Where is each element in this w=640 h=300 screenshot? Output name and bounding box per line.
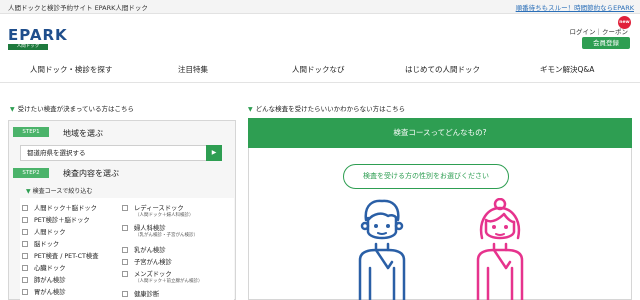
step2-badge: STEP2 — [13, 168, 49, 178]
narrow-by-course-toggle[interactable]: ▼ 検査コースで絞り込む — [26, 186, 92, 195]
course-sub-label: （人間ドック＋前立腺がん検診） — [135, 279, 203, 284]
step1-label: 地域を選ぶ — [63, 129, 103, 138]
nav-item-first-time[interactable]: はじめての人間ドック — [405, 64, 480, 75]
checkbox-icon[interactable] — [22, 205, 28, 211]
nav-item-features[interactable]: 注目特集 — [178, 64, 208, 75]
course-checkbox[interactable]: 人間ドック＋脳ドック — [22, 203, 97, 212]
female-figure-icon[interactable] — [470, 198, 530, 300]
checkbox-icon[interactable] — [22, 241, 28, 247]
course-guide-banner: 検査コースってどんなもの? — [248, 118, 632, 148]
course-checkbox[interactable]: 婦人科検診 — [122, 223, 165, 232]
course-checkbox[interactable]: 乳がん検診 — [122, 245, 165, 254]
prefecture-select[interactable]: 都道府県を選択する — [20, 145, 222, 161]
checkbox-icon[interactable] — [122, 291, 128, 297]
course-checkbox[interactable]: PET検査 / PET-CT検査 — [22, 251, 99, 260]
right-section-heading: ▼ どんな検査を受けたらいいかわからない方はこちら — [248, 103, 405, 113]
chevron-right-icon[interactable]: ▶ — [206, 145, 222, 161]
course-checkbox[interactable]: メンズドック — [122, 269, 172, 278]
checkbox-icon[interactable] — [22, 217, 28, 223]
course-checkbox[interactable]: 健康診断 — [122, 289, 159, 298]
course-checkbox[interactable]: 脳ドック — [22, 239, 59, 248]
right-heading-text: どんな検査を受けたらいいかわからない方はこちら — [255, 105, 406, 113]
member-register-button[interactable]: 会員登録 — [582, 37, 630, 49]
course-checkbox[interactable]: 子宮がん検診 — [122, 257, 172, 266]
nav-item-search[interactable]: 人間ドック・検診を探す — [30, 64, 112, 75]
step1-badge: STEP1 — [13, 127, 49, 137]
course-checkbox[interactable]: レディースドック — [122, 203, 184, 212]
checkbox-icon[interactable] — [122, 225, 128, 231]
checkbox-icon[interactable] — [22, 277, 28, 283]
checkbox-icon[interactable] — [22, 229, 28, 235]
left-section-heading: ▼ 受けたい検査が決まっている方はこちら — [10, 103, 134, 113]
triangle-down-icon: ▼ — [26, 188, 31, 195]
checkbox-icon[interactable] — [122, 259, 128, 265]
triangle-down-icon: ▼ — [248, 106, 253, 113]
logo-sub: 人間ドック — [8, 44, 48, 50]
course-sub-label: （乳がん検診・子宮がん検診） — [135, 233, 198, 238]
logo-text: EPARK — [8, 26, 68, 44]
narrow-label: 検査コースで絞り込む — [32, 188, 93, 195]
course-checkbox[interactable]: PET検診＋脳ドック — [22, 215, 90, 224]
top-bar: 人間ドックと検診予約サイト EPARK人間ドック 順番待ちもスルー！時間節約なら… — [0, 0, 640, 14]
login-coupon-link[interactable]: ログイン｜クーポン — [570, 26, 629, 36]
checkbox-icon[interactable] — [122, 271, 128, 277]
select-gender-button[interactable]: 検査を受ける方の性別をお選びください — [343, 164, 509, 189]
nav-item-navi[interactable]: 人間ドックなび — [292, 64, 345, 75]
course-checkbox[interactable]: 肺がん検診 — [22, 275, 65, 284]
course-checkbox[interactable]: 胃がん検診 — [22, 287, 65, 296]
checkbox-icon[interactable] — [22, 253, 28, 259]
checkbox-icon[interactable] — [22, 265, 28, 271]
nav-divider — [0, 82, 640, 83]
male-figure-icon[interactable] — [352, 198, 412, 300]
triangle-down-icon: ▼ — [10, 106, 15, 113]
course-sub-label: （人間ドック＋婦人科検診） — [135, 213, 194, 218]
checkbox-icon[interactable] — [122, 247, 128, 253]
epark-logo[interactable]: EPARK 人間ドック — [8, 26, 70, 52]
step2-label: 検査内容を選ぶ — [63, 169, 119, 178]
checkbox-icon[interactable] — [22, 289, 28, 295]
course-checkbox[interactable]: 心臓ドック — [22, 263, 65, 272]
course-checkbox[interactable]: 人間ドック — [22, 227, 65, 236]
site-tagline: 人間ドックと検診予約サイト EPARK人間ドック — [8, 4, 148, 12]
left-heading-text: 受けたい検査が決まっている方はこちら — [17, 105, 135, 113]
promo-link[interactable]: 順番待ちもスルー！時間節約ならEPARK — [516, 2, 634, 12]
nav-item-qa[interactable]: ギモン解決Q&A — [540, 64, 594, 75]
main-nav: 人間ドック・検診を探す 注目特集 人間ドックなび はじめての人間ドック ギモン解… — [0, 62, 640, 78]
checkbox-icon[interactable] — [122, 205, 128, 211]
